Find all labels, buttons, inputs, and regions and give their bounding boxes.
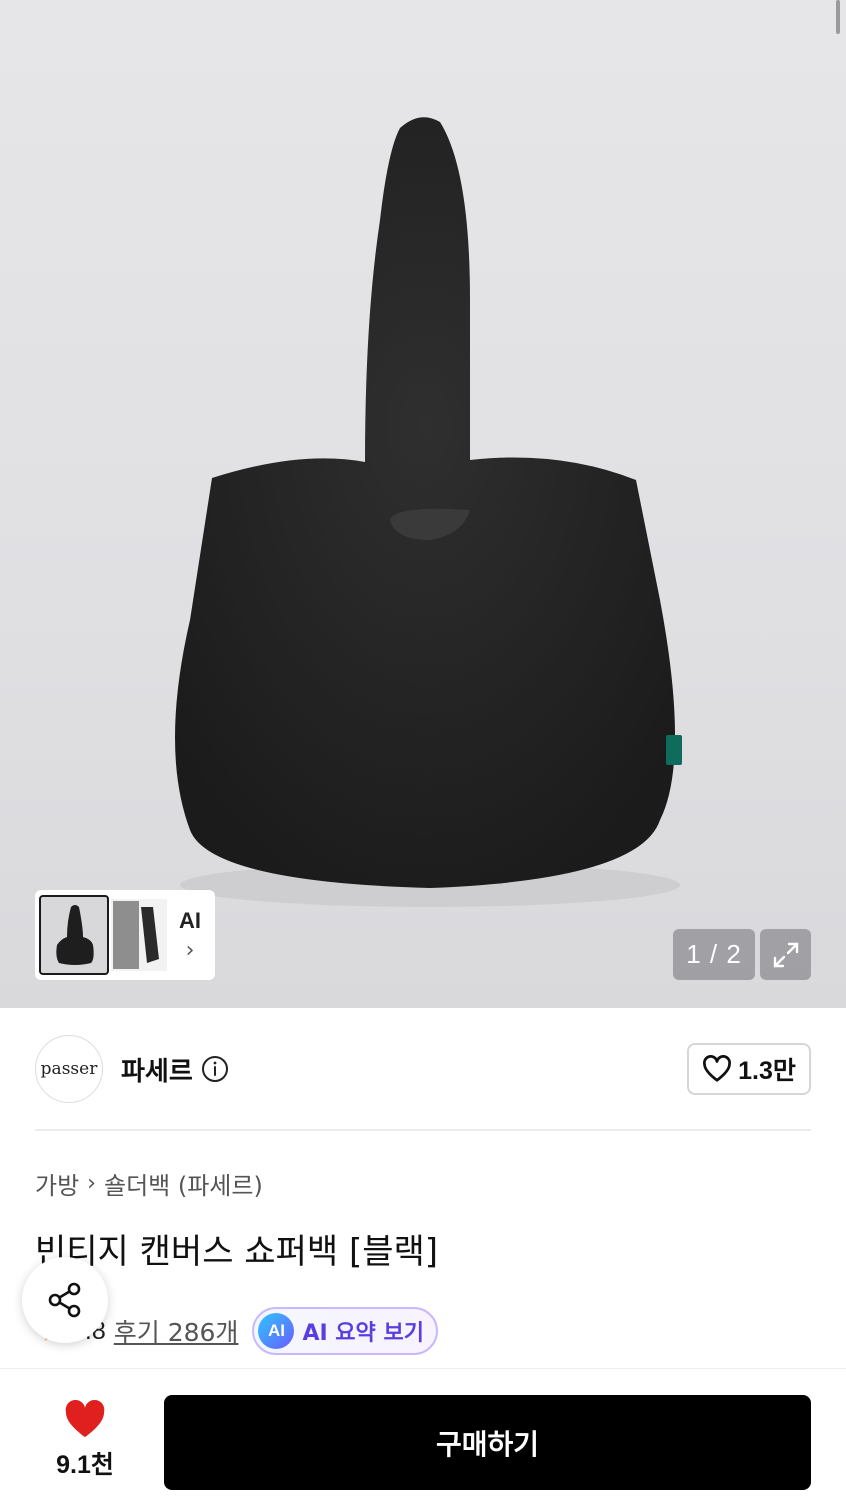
brand-logo[interactable]: passer [35,1035,103,1103]
ai-badge-icon: AI [258,1313,295,1349]
wishlist-count: 9.1천 [56,1451,114,1479]
brand-name[interactable]: 파세르 [121,1051,193,1088]
heart-filled-icon [65,1399,105,1438]
brand-like-count: 1.3만 [738,1057,796,1085]
breadcrumb-subcategory[interactable]: 숄더백 (파세르) [104,1166,263,1201]
breadcrumb: 가방 › 숄더백 (파세르) [35,1166,263,1201]
ai-label: AI [179,908,201,933]
scrollbar[interactable] [836,0,840,34]
product-image-gallery[interactable]: AI › 1 / 2 [0,0,846,1008]
info-icon[interactable] [201,1055,229,1083]
heart-outline-icon [703,1055,732,1082]
image-counter: 1 / 2 [673,929,755,980]
share-icon [48,1282,81,1318]
breadcrumb-category[interactable]: 가방 [35,1166,79,1201]
expand-button[interactable] [760,929,811,980]
wishlist-button[interactable]: 9.1천 [40,1399,130,1481]
bottom-action-bar: 9.1천 구매하기 [0,1368,846,1500]
chevron-right-icon: › [87,1171,96,1196]
share-button[interactable] [22,1257,108,1343]
brand-row: passer 파세르 1.3만 [35,1034,811,1104]
ai-thumbnail-link[interactable]: AI › [179,908,201,962]
thumbnail-strip[interactable]: AI › [35,890,215,980]
thumbnail-bag-image [56,905,94,965]
ai-summary-button[interactable]: AI AI 요약 보기 [252,1307,438,1355]
product-photo-tote-bag [175,117,682,907]
thumbnail-model-image [111,899,167,971]
product-title: 빈티지 캔버스 쇼퍼백 [블랙] [35,1232,439,1272]
chevron-right-icon: › [185,938,195,963]
ai-summary-label: AI 요약 보기 [302,1321,424,1346]
thumbnail-1[interactable] [39,895,109,975]
brand-like-button[interactable]: 1.3만 [687,1043,811,1095]
buy-button[interactable]: 구매하기 [164,1395,811,1490]
thumbnail-2[interactable] [111,899,167,971]
divider [35,1129,811,1131]
reviews-link[interactable]: 후기 286개 [114,1313,239,1349]
expand-icon [773,942,798,967]
